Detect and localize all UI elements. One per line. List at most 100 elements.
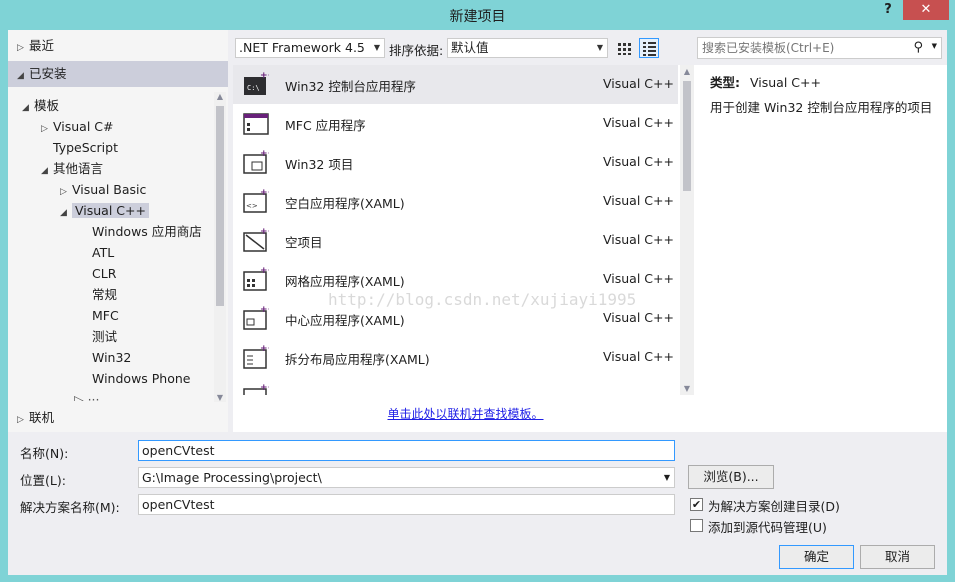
- ok-button[interactable]: 确定: [779, 545, 854, 569]
- sort-label: 排序依据:: [389, 43, 444, 58]
- type-label: 类型:: [710, 75, 740, 90]
- tree-item-win32[interactable]: Win32: [92, 347, 131, 368]
- category-pane: ▷ 最近 ◢ 已安装 ◢ 模板 ▷ Visual C# TypeScript ◢ 其他语言…: [8, 30, 228, 432]
- category-installed[interactable]: ◢ 已安装: [8, 61, 228, 87]
- online-node: ▷ 联机: [17, 407, 54, 428]
- svg-text:C:\: C:\: [247, 84, 260, 92]
- svg-text:++: ++: [260, 71, 269, 81]
- split-xaml-icon: ++: [243, 344, 269, 369]
- tree-item-atl[interactable]: ATL: [92, 242, 114, 263]
- tree-item-clr[interactable]: CLR: [92, 263, 116, 284]
- template-icon: ++: [243, 383, 269, 395]
- svg-text:++: ++: [260, 149, 269, 159]
- collapse-arrow-icon: ◢: [17, 71, 24, 81]
- collapse-arrow-icon: ◢: [41, 166, 48, 176]
- svg-text:++: ++: [260, 383, 269, 393]
- scroll-down-icon[interactable]: ▼: [680, 384, 694, 393]
- title-bar: 新建项目 ? ✕: [0, 0, 955, 30]
- empty-project-icon: ++: [243, 227, 269, 252]
- template-item[interactable]: <> ++ 空白应用程序(XAML) Visual C++: [233, 182, 678, 221]
- source-control-checkbox[interactable]: [690, 519, 703, 532]
- small-icons-view-button[interactable]: [614, 38, 634, 58]
- template-scrollbar[interactable]: ▲ ▼: [680, 65, 694, 395]
- installed-node: ◢ 已安装: [17, 63, 67, 84]
- scroll-up-icon[interactable]: ▲: [214, 92, 226, 101]
- framework-select[interactable]: .NET Framework 4.5 ▼: [235, 38, 385, 58]
- blank-xaml-icon: <> ++: [243, 188, 269, 213]
- solution-name-field[interactable]: openCVtest: [138, 494, 675, 515]
- chevron-down-icon: ▼: [373, 43, 380, 52]
- template-item[interactable]: ++ 拆分布局应用程序(XAML) Visual C++: [233, 338, 678, 377]
- template-tree: ◢ 模板 ▷ Visual C# TypeScript ◢ 其他语言 ▷ Visual …: [8, 92, 214, 402]
- location-field[interactable]: G:\Image Processing\project\ ▼: [138, 467, 675, 488]
- template-description: 用于创建 Win32 控制台应用程序的项目: [710, 100, 933, 115]
- source-control-label: 添加到源代码管理(U): [708, 520, 827, 535]
- type-value: Visual C++: [749, 75, 821, 90]
- template-item[interactable]: C:\ ++ Win32 控制台应用程序 Visual C++: [233, 65, 678, 104]
- svg-text:++: ++: [260, 266, 269, 276]
- expand-arrow-icon: ▷: [17, 43, 24, 53]
- new-project-dialog: 新建项目 ? ✕ ▷ 最近 ◢ 已安装 ◢ 模板 ▷ Visual C# TypeScr…: [0, 0, 955, 582]
- template-item[interactable]: ++ Win32 项目 Visual C++: [233, 143, 678, 182]
- dialog-body: ▷ 最近 ◢ 已安装 ◢ 模板 ▷ Visual C# TypeScript ◢ 其他语言…: [8, 30, 947, 575]
- recent-node: ▷ 最近: [17, 35, 54, 56]
- scroll-up-icon[interactable]: ▲: [680, 67, 694, 76]
- category-online[interactable]: ▷ 联机: [8, 406, 228, 430]
- category-recent[interactable]: ▷ 最近: [8, 35, 228, 57]
- online-templates-link[interactable]: 单击此处以联机并查找模板。: [233, 405, 698, 422]
- list-view-icon: [643, 42, 656, 56]
- tree-scroll-thumb[interactable]: [216, 106, 224, 306]
- name-label: 名称(N):: [20, 446, 69, 461]
- tree-item-test[interactable]: 测试: [92, 326, 117, 347]
- mfc-icon: [243, 113, 269, 135]
- type-row: 类型: Visual C++: [710, 72, 821, 91]
- list-view-button[interactable]: [639, 38, 659, 58]
- tree-item-visual-cpp[interactable]: ◢ Visual C++: [60, 200, 149, 221]
- expand-arrow-icon: ▷: [17, 415, 24, 425]
- tree-item-visual-basic[interactable]: ▷ Visual Basic: [60, 179, 146, 200]
- browse-button[interactable]: 浏览(B)...: [688, 465, 774, 489]
- tree-item-clipped: ▷ ···: [74, 392, 100, 401]
- svg-text:++: ++: [260, 344, 269, 354]
- create-directory-label: 为解决方案创建目录(D): [708, 499, 840, 514]
- tree-item-general[interactable]: 常规: [92, 284, 117, 305]
- tree-item-windows-store[interactable]: Windows 应用商店: [92, 221, 202, 242]
- search-input[interactable]: [698, 38, 908, 58]
- scroll-down-icon[interactable]: ▼: [214, 393, 226, 402]
- tree-item-visual-csharp[interactable]: ▷ Visual C#: [41, 116, 114, 137]
- project-name-field[interactable]: openCVtest: [138, 440, 675, 461]
- chevron-down-icon[interactable]: ▼: [664, 468, 670, 487]
- svg-text:++: ++: [260, 305, 269, 315]
- collapse-arrow-icon: ◢: [60, 208, 67, 218]
- template-item[interactable]: MFC 应用程序 Visual C++: [233, 104, 678, 143]
- template-list: C:\ ++ Win32 控制台应用程序 Visual C++ MFC 应用程序…: [233, 65, 698, 395]
- sort-select[interactable]: 默认值 ▼: [447, 38, 608, 58]
- tree-item-mfc[interactable]: MFC: [92, 305, 119, 326]
- template-scroll-thumb[interactable]: [683, 81, 691, 191]
- recent-label: 最近: [29, 38, 55, 53]
- tree-item-other-languages[interactable]: ◢ 其他语言: [41, 158, 103, 179]
- create-directory-checkbox[interactable]: ✔: [690, 498, 703, 511]
- chevron-down-icon[interactable]: ▼: [932, 42, 937, 50]
- solution-name-label: 解决方案名称(M):: [20, 500, 120, 515]
- tree-item-typescript[interactable]: TypeScript: [41, 137, 118, 158]
- collapse-arrow-icon: ◢: [22, 103, 29, 113]
- cancel-button[interactable]: 取消: [860, 545, 935, 569]
- selected-node-label: Visual C++: [72, 203, 149, 218]
- template-list-footer: 单击此处以联机并查找模板。: [233, 395, 698, 432]
- dialog-title: 新建项目: [449, 9, 506, 25]
- template-item[interactable]: ++ 空项目 Visual C++: [233, 221, 678, 260]
- tree-scrollbar[interactable]: ▲ ▼: [214, 92, 226, 402]
- win32-icon: ++: [243, 149, 269, 174]
- grid-xaml-icon: ++: [243, 266, 269, 291]
- watermark: http://blog.csdn.net/xujiayi1995: [328, 290, 637, 309]
- tree-item-windows-phone[interactable]: Windows Phone: [92, 368, 191, 389]
- template-search-box[interactable]: ⚲ ▼: [697, 37, 942, 59]
- grid-view-icon: [618, 43, 631, 55]
- sort-value: 默认值: [451, 40, 489, 55]
- close-button[interactable]: ✕: [903, 0, 949, 20]
- search-icon[interactable]: ⚲: [913, 40, 923, 55]
- help-button[interactable]: ?: [880, 2, 896, 20]
- tree-item-templates[interactable]: ◢ 模板: [22, 95, 59, 116]
- online-label: 联机: [29, 410, 55, 425]
